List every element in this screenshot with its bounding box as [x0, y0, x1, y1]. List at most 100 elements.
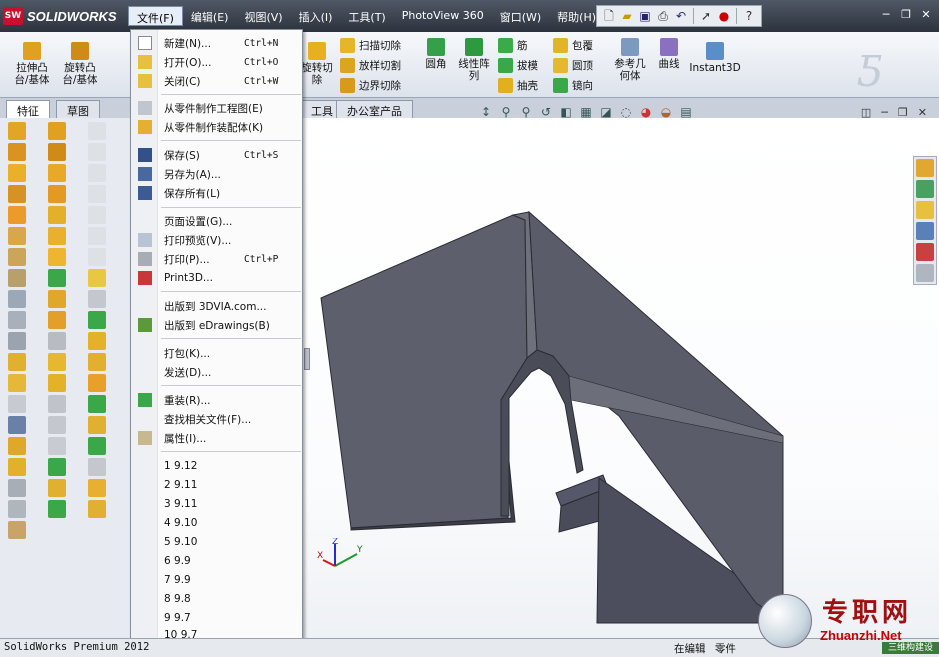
menu-item-make-drawing[interactable]: 从零件制作工程图(E) [131, 99, 303, 117]
save-icon[interactable]: ▣ [637, 8, 653, 24]
toolbar-icon[interactable] [8, 248, 26, 266]
revolve-boss-button[interactable]: 旋转凸台/基体 [58, 42, 102, 86]
file-explorer-icon[interactable] [916, 201, 934, 219]
new-doc-icon[interactable]: 🗋 [601, 8, 617, 24]
toolbar-icon[interactable] [88, 458, 106, 476]
toolbar-icon[interactable] [88, 437, 106, 455]
toolbar-icon[interactable] [8, 416, 26, 434]
menu-item-open[interactable]: 打开(O)... Ctrl+O [131, 53, 303, 71]
toolbar-icon[interactable] [88, 143, 106, 161]
pane-splitter[interactable] [304, 348, 310, 370]
menu-photoview[interactable]: PhotoView 360 [394, 6, 492, 26]
recent-file-item[interactable]: 9 9.7 [131, 609, 303, 627]
toolbar-icon[interactable] [48, 248, 66, 266]
toolbar-icon[interactable] [8, 143, 26, 161]
toolbar-icon[interactable] [48, 206, 66, 224]
toolbar-icon[interactable] [88, 290, 106, 308]
toolbar-icon[interactable] [88, 164, 106, 182]
toolbar-icon[interactable] [8, 479, 26, 497]
help-icon[interactable]: ? [741, 8, 757, 24]
toolbar-icon[interactable] [48, 437, 66, 455]
tab-sketch[interactable]: 草图 [56, 100, 100, 118]
menu-edit[interactable]: 编辑(E) [183, 6, 237, 26]
solidworks-logo[interactable]: SW SOLIDWORKS [3, 6, 117, 26]
revolve-cut-button[interactable]: 旋转切除 [299, 42, 335, 86]
toolbar-icon[interactable] [88, 122, 106, 140]
toolbar-icon[interactable] [48, 479, 66, 497]
toolbar-icon[interactable] [8, 353, 26, 371]
menu-view[interactable]: 视图(V) [236, 6, 290, 26]
toolbar-icon[interactable] [48, 374, 66, 392]
toolbar-icon[interactable] [48, 143, 66, 161]
menu-item-send[interactable]: 发送(D)... [131, 363, 303, 381]
toolbar-icon[interactable] [8, 521, 26, 539]
select-cursor-icon[interactable]: ➚ [698, 8, 714, 24]
menu-item-print-preview[interactable]: 打印预览(V)... [131, 231, 303, 249]
toolbar-icon[interactable] [48, 395, 66, 413]
toolbar-icon[interactable] [48, 500, 66, 518]
menu-item-pack-and-go[interactable]: 打包(K)... [131, 344, 303, 362]
sheet-metal-part[interactable] [303, 118, 939, 638]
toolbar-icon[interactable] [88, 479, 106, 497]
boundary-cut-button[interactable]: 边界切除 [340, 76, 401, 94]
recent-file-item[interactable]: 5 9.10 [131, 533, 303, 551]
shell-button[interactable]: 抽壳 [498, 76, 538, 94]
toolbar-icon[interactable] [48, 164, 66, 182]
toolbar-icon[interactable] [88, 353, 106, 371]
toolbar-icon[interactable] [48, 311, 66, 329]
restore-icon[interactable]: ❐ [897, 7, 915, 23]
print-icon[interactable]: ⎙ [655, 8, 671, 24]
toolbar-icon[interactable] [8, 122, 26, 140]
toolbar-icon[interactable] [88, 311, 106, 329]
menu-item-find-references[interactable]: 查找相关文件(F)... [131, 410, 303, 428]
menu-item-publish-3dvia[interactable]: 出版到 3DVIA.com... [131, 297, 303, 315]
tab-features[interactable]: 特征 [6, 100, 50, 118]
menu-item-reload[interactable]: 重装(R)... [131, 391, 303, 409]
design-library-icon[interactable] [916, 180, 934, 198]
toolbar-icon[interactable] [8, 500, 26, 518]
toolbar-icon[interactable] [88, 500, 106, 518]
wrap-button[interactable]: 包覆 [553, 36, 593, 54]
toolbar-icon[interactable] [88, 227, 106, 245]
recent-file-item[interactable]: 2 9.11 [131, 476, 303, 494]
toolbar-icon[interactable] [8, 227, 26, 245]
undo-icon[interactable]: ↶ [673, 8, 689, 24]
toolbar-icon[interactable] [48, 416, 66, 434]
menu-item-make-assembly[interactable]: 从零件制作装配体(K) [131, 118, 303, 136]
toolbar-icon[interactable] [88, 269, 106, 287]
recent-file-item[interactable]: 7 9.9 [131, 571, 303, 589]
toolbar-icon[interactable] [8, 269, 26, 287]
recent-file-item[interactable]: 8 9.8 [131, 590, 303, 608]
menu-window[interactable]: 窗口(W) [492, 6, 549, 26]
close-icon[interactable]: ✕ [917, 7, 935, 23]
appearances-icon[interactable] [916, 243, 934, 261]
menu-item-page-setup[interactable]: 页面设置(G)... [131, 212, 303, 230]
menu-item-save[interactable]: 保存(S) Ctrl+S [131, 146, 303, 164]
recent-file-item[interactable]: 4 9.10 [131, 514, 303, 532]
toolbar-icon[interactable] [48, 122, 66, 140]
custom-properties-icon[interactable] [916, 264, 934, 282]
toolbar-icon[interactable] [48, 332, 66, 350]
menu-item-print[interactable]: 打印(P)... Ctrl+P [131, 250, 303, 268]
toolbar-icon[interactable] [88, 248, 106, 266]
menu-item-publish-edrawings[interactable]: 出版到 eDrawings(B) [131, 316, 303, 334]
toolbar-icon[interactable] [88, 416, 106, 434]
tab-office-products[interactable]: 办公室产品 [336, 100, 413, 118]
recent-file-item[interactable]: 3 9.11 [131, 495, 303, 513]
recent-file-item[interactable]: 6 9.9 [131, 552, 303, 570]
extrude-boss-button[interactable]: 拉伸凸台/基体 [10, 42, 54, 86]
recent-file-item[interactable]: 1 9.12 [131, 457, 303, 475]
graphics-area[interactable] [303, 118, 939, 638]
rib-button[interactable]: 筋 [498, 36, 528, 54]
toolbar-icon[interactable] [8, 458, 26, 476]
menu-tools[interactable]: 工具(T) [340, 6, 393, 26]
toolbar-icon[interactable] [8, 185, 26, 203]
toolbar-icon[interactable] [88, 332, 106, 350]
reference-geometry-button[interactable]: 参考几何体 [612, 38, 648, 82]
instant3d-button[interactable]: Instant3D [689, 42, 741, 74]
toolbar-icon[interactable] [88, 185, 106, 203]
toolbar-icon[interactable] [88, 395, 106, 413]
menu-item-save-all[interactable]: 保存所有(L) [131, 184, 303, 202]
toolbar-icon[interactable] [48, 353, 66, 371]
toolbar-icon[interactable] [8, 290, 26, 308]
